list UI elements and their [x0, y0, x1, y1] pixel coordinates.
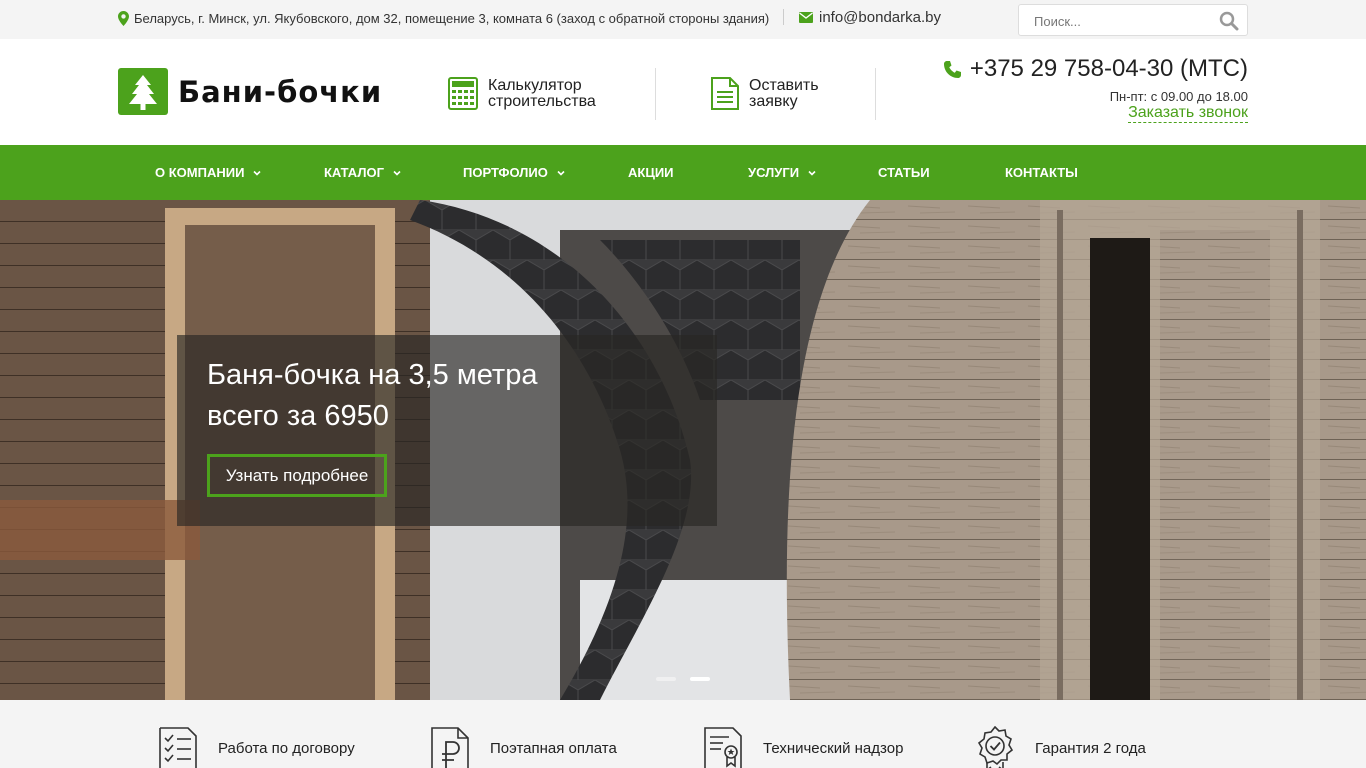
contract-checklist-icon [159, 727, 197, 768]
chevron-down-icon [253, 170, 261, 176]
hero-title-line1: Баня-бочка на 3,5 метра [207, 359, 538, 391]
calculator-link[interactable]: Калькулятор строительства [448, 77, 596, 110]
calculator-label[interactable]: Калькулятор строительства [488, 76, 596, 110]
map-marker-icon [118, 11, 129, 26]
nav-item-about[interactable]: О КОМПАНИИ [155, 165, 261, 180]
feature-label: Технический надзор [763, 739, 904, 757]
header-divider [655, 68, 656, 120]
working-hours: Пн-пт: с 09.00 до 18.00 [1109, 89, 1248, 104]
request-label-line2: заявку [749, 92, 798, 110]
search-icon[interactable] [1219, 11, 1239, 31]
hero-slider: Баня-бочка на 3,5 метра всего за 6950 Уз… [0, 200, 1366, 700]
nav-item-articles[interactable]: СТАТЬИ [878, 165, 930, 180]
email-link[interactable]: info@bondarka.by [799, 9, 941, 26]
logo-text: Бани-бочки [178, 74, 383, 109]
slider-dot-active[interactable] [690, 677, 710, 681]
envelope-icon [799, 12, 813, 23]
topbar-divider [783, 9, 784, 25]
nav-item-contacts[interactable]: КОНТАКТЫ [1005, 165, 1078, 180]
nav-item-portfolio[interactable]: ПОРТФОЛИО [463, 165, 565, 180]
ruble-document-icon [431, 727, 469, 768]
address: Беларусь, г. Минск, ул. Якубовского, дом… [118, 11, 769, 26]
hero-title-line2: всего за 6950 [207, 400, 389, 432]
request-link[interactable]: Оставить заявку [711, 77, 819, 110]
feature-supervision: Технический надзор [703, 726, 903, 768]
certificate-icon [704, 727, 742, 768]
feature-label: Гарантия 2 года [1035, 739, 1146, 757]
request-label-line1: Оставить [749, 76, 819, 94]
phone-link[interactable]: +375 29 758-04-30 (МТС) [943, 55, 1248, 83]
nav-item-label: О КОМПАНИИ [155, 165, 245, 180]
nav-item-services[interactable]: УСЛУГИ [748, 165, 816, 180]
slider-dot[interactable] [656, 677, 676, 681]
calculator-label-line1: Калькулятор [488, 76, 582, 94]
features-strip: Работа по договору Поэтапная оплата Техн… [0, 700, 1366, 768]
learn-more-button[interactable]: Узнать подробнее [207, 454, 387, 497]
main-nav: О КОМПАНИИ КАТАЛОГ ПОРТФОЛИО АКЦИИ УСЛУГ… [0, 145, 1366, 200]
topbar: Беларусь, г. Минск, ул. Якубовского, дом… [0, 0, 1366, 39]
feature-contract: Работа по договору [158, 726, 355, 768]
feature-warranty: Гарантия 2 года [975, 726, 1146, 768]
document-icon [711, 77, 739, 110]
search-box [1018, 4, 1248, 36]
chevron-down-icon [808, 170, 816, 176]
callback-link[interactable]: Заказать звонок [1128, 104, 1248, 123]
slider-pagination [656, 677, 710, 681]
calculator-icon [448, 77, 478, 110]
nav-item-catalog[interactable]: КАТАЛОГ [324, 165, 401, 180]
feature-label: Работа по договору [218, 739, 355, 757]
nav-item-label: ПОРТФОЛИО [463, 165, 548, 180]
request-label[interactable]: Оставить заявку [749, 76, 819, 110]
phone-number[interactable]: +375 29 758-04-30 (МТС) [970, 55, 1248, 83]
chevron-down-icon [557, 170, 565, 176]
header: Бани-бочки Калькулятор строительства Ост [0, 39, 1366, 145]
hero-title: Баня-бочка на 3,5 метра всего за 6950 [207, 355, 537, 437]
nav-item-label: АКЦИИ [628, 165, 674, 180]
search-input[interactable] [1034, 12, 1214, 30]
chevron-down-icon [393, 170, 401, 176]
tree-icon [118, 68, 168, 115]
header-divider [875, 68, 876, 120]
feature-staged-payment: Поэтапная оплата [430, 726, 617, 768]
phone-icon [943, 60, 961, 78]
feature-label: Поэтапная оплата [490, 739, 617, 757]
warranty-badge-icon [977, 726, 1014, 768]
nav-item-label: КАТАЛОГ [324, 165, 384, 180]
logo[interactable]: Бани-бочки [118, 68, 382, 115]
nav-item-label: КОНТАКТЫ [1005, 165, 1078, 180]
nav-item-label: СТАТЬИ [878, 165, 930, 180]
nav-item-promotions[interactable]: АКЦИИ [628, 165, 674, 180]
email-text[interactable]: info@bondarka.by [819, 9, 941, 26]
nav-item-label: УСЛУГИ [748, 165, 800, 180]
hero-caption: Баня-бочка на 3,5 метра всего за 6950 Уз… [177, 335, 717, 526]
address-text: Беларусь, г. Минск, ул. Якубовского, дом… [134, 11, 770, 26]
calculator-label-line2: строительства [488, 92, 596, 110]
